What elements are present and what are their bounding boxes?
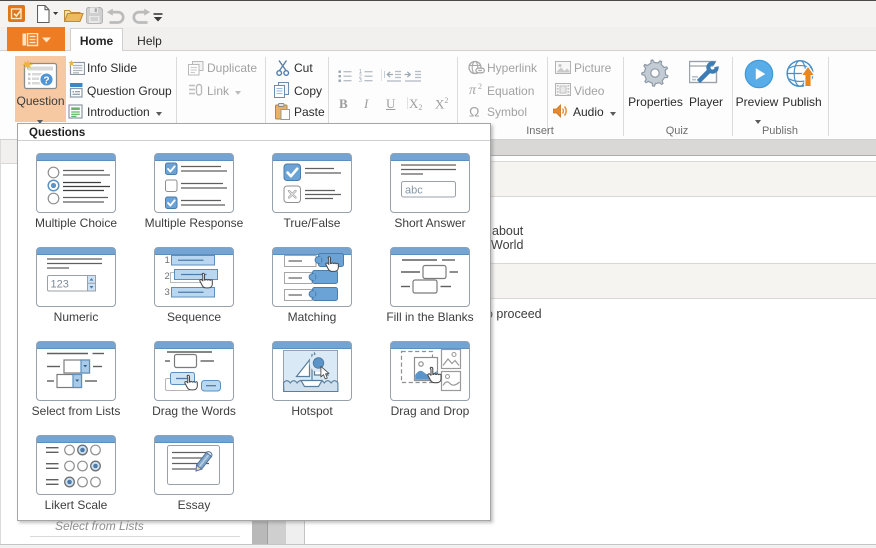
svg-text:Ω: Ω [469, 104, 479, 118]
svg-text:3: 3 [359, 78, 362, 83]
svg-text:2: 2 [478, 82, 482, 91]
svg-text:?: ? [43, 75, 49, 87]
svg-text:abc: abc [405, 185, 423, 197]
svg-text:123: 123 [51, 279, 69, 291]
svg-text:3: 3 [165, 287, 170, 298]
svg-text:π: π [469, 83, 477, 96]
svg-text:1: 1 [165, 255, 170, 266]
svg-text:2: 2 [165, 271, 170, 282]
